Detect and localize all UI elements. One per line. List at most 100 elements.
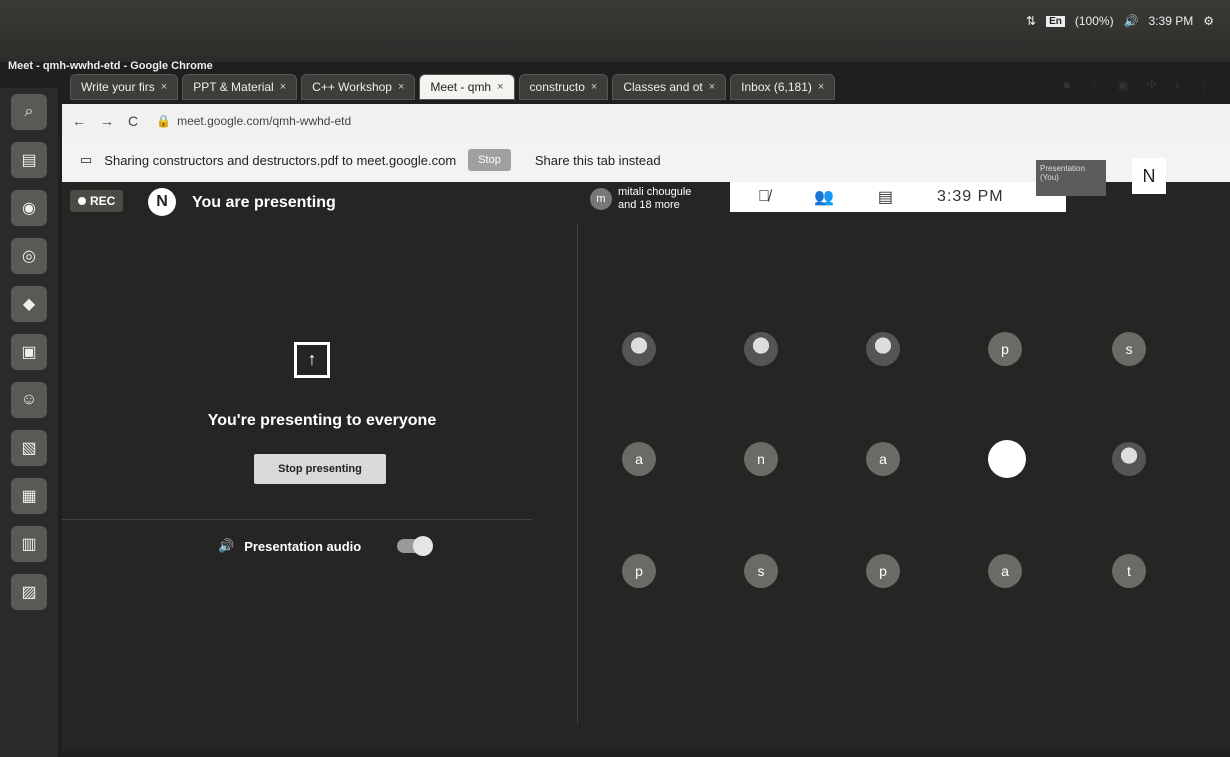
terminal-icon[interactable]: ▣ [11,334,47,370]
tab-label: C++ Workshop [312,80,392,94]
menu-dots-icon[interactable]: ⋮ [1198,78,1210,93]
presenting-title: You're presenting to everyone [207,412,437,429]
divider [62,519,532,520]
presentation-audio-toggle[interactable] [397,536,434,556]
url-text: meet.google.com/qmh-wwhd-etd [177,114,352,128]
sharing-text: Sharing constructors and destructors.pdf… [104,152,457,168]
participant-photo-avatar [744,332,778,366]
puzzle-icon[interactable]: ✣ [1147,78,1157,93]
close-icon[interactable]: × [709,81,715,93]
people-icon[interactable]: ☺ [11,382,47,418]
tab-label: Write your firs [81,80,155,94]
mic-off-icon[interactable]: 🎙̸ [758,188,770,206]
meeting-controls: 🎙̸ 👥 ▤ 3:39 PM [730,182,1066,212]
volume-icon[interactable]: 🔊 [1124,14,1139,28]
tab-label: Inbox (6,181) [741,80,812,94]
network-icon[interactable]: ⇅ [1026,14,1036,28]
battery-indicator[interactable]: (100%) [1075,14,1114,28]
tab-strip: Write your firs × PPT & Material × C++ Wor… [70,74,836,102]
participant-avatar: n [744,442,778,476]
record-dot-icon [78,197,86,205]
url-field[interactable]: 🔒 meet.google.com/qmh-wwhd-etd [156,114,351,128]
presentation-audio-row: 🔊 Presentation audio [218,536,434,556]
presentation-thumbnail[interactable]: Presentation (You) [1036,160,1106,196]
reload-icon[interactable]: C [128,113,138,129]
recording-badge: REC [70,190,124,212]
participant-avatar: t [1112,554,1146,588]
participant-avatar: p [866,554,900,588]
software-icon[interactable]: ▦ [11,478,47,514]
chat-icon[interactable]: ▤ [878,187,893,207]
tab-meet[interactable]: Meet - qmh × [419,74,515,100]
screen-share-icon: ▭ [80,152,93,167]
tab-constructors[interactable]: constructo × [518,74,609,100]
meet-main: REC N You are presenting m mitali chougul… [62,158,1230,751]
self-avatar[interactable]: N [1132,158,1166,194]
close-icon[interactable]: × [280,81,286,93]
extension-icons: ■ ☆ ▣ ✣ ⤓ ⋮ [1063,78,1210,93]
unity-launcher: ⌕ ▤ ◉ ◎ ◆ ▣ ☺ ▧ ▦ ▥ ▨ [0,88,58,757]
presentation-audio-label: Presentation audio [244,538,362,554]
spreadsheet-icon[interactable]: ▥ [11,526,47,562]
close-icon[interactable]: × [497,81,503,93]
files-icon[interactable]: ▤ [11,142,47,178]
forward-icon[interactable]: → [100,113,114,129]
chrome-icon[interactable]: ◎ [11,238,47,274]
participant-avatar: a [622,442,656,476]
stop-presenting-button[interactable]: Stop presenting [254,454,386,484]
window-title: Meet - qmh-wwhd-etd - Google Chrome [8,60,213,72]
tab-label: Classes and ot [623,80,703,94]
star-icon[interactable]: ☆ [1089,78,1100,93]
system-clock[interactable]: 3:39 PM [1149,14,1194,28]
settings-gear-icon[interactable]: ⚙ [1203,14,1214,28]
tab-inbox[interactable]: Inbox (6,181) × [730,74,836,100]
download-icon[interactable]: ⤓ [1175,78,1180,93]
participant-photo-avatar [622,332,656,366]
participant-avatar: s [744,554,778,588]
os-top-bar: ⇅ En (100%) 🔊 3:39 PM ⚙ [0,0,1230,62]
tab-label: Meet - qmh [430,80,492,94]
tab-write[interactable]: Write your firs × [70,74,179,100]
presentation-icon[interactable]: ▨ [11,574,47,610]
close-icon[interactable]: × [161,81,167,93]
close-icon[interactable]: × [818,81,824,93]
tab-workshop[interactable]: C++ Workshop × [301,74,416,100]
presenting-label: You are presenting [192,194,336,211]
address-bar: ← → C 🔒 meet.google.com/qmh-wwhd-etd [62,104,1230,138]
firefox-icon[interactable]: ◉ [11,190,47,226]
tab-ppt[interactable]: PPT & Material × [182,74,298,100]
extension-icon[interactable]: ▣ [1117,78,1128,93]
avatar: N [148,188,176,216]
participant-avatar: p [988,332,1022,366]
lock-icon: 🔒 [156,114,172,128]
dash-search-icon[interactable]: ⌕ [11,94,47,130]
present-upload-icon: ↑ [294,342,330,378]
participants-summary[interactable]: m mitali chougule and 18 more [590,186,710,212]
toggle-knob [413,536,434,556]
system-tray: ⇅ En (100%) 🔊 3:39 PM ⚙ [1026,14,1214,28]
stop-sharing-button[interactable]: Stop [468,149,511,171]
camera-icon[interactable]: ■ [1063,78,1070,93]
vscode-icon[interactable]: ◆ [11,286,47,322]
rec-label: REC [90,194,116,208]
close-icon[interactable]: × [398,81,404,93]
participant-avatar: a [866,442,900,476]
tab-classes[interactable]: Classes and ot × [612,74,727,100]
participant-avatar: s [1112,332,1146,366]
back-icon[interactable]: ← [72,113,86,129]
close-icon[interactable]: × [591,81,597,93]
tab-label: PPT & Material [193,80,274,94]
participant-photo-avatar [1112,442,1146,476]
meeting-time: 3:39 PM [937,188,1004,205]
participant-avatar [988,440,1026,478]
meet-top-row: REC N You are presenting m mitali chougul… [62,158,1230,222]
presenting-panel: ↑ You're presenting to everyone Stop pre… [62,224,578,724]
participant-photo-avatar [866,332,900,366]
share-this-tab-button[interactable]: Share this tab instead [535,153,661,168]
participant-avatar: a [988,554,1022,588]
speaker-icon: 🔊 [218,538,235,553]
people-icon[interactable]: 👥 [814,187,834,207]
language-indicator[interactable]: En [1046,15,1065,27]
participants-text: mitali chougule and 18 more [618,186,692,211]
document-icon[interactable]: ▧ [11,430,47,466]
